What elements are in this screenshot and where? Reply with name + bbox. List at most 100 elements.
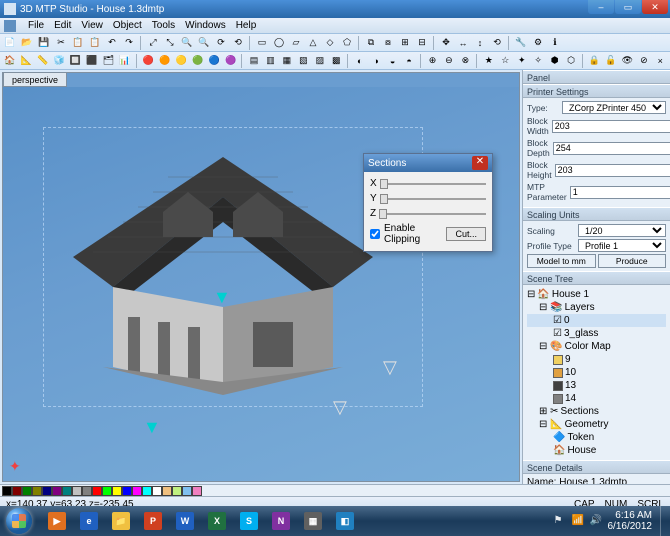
menu-file[interactable]: File — [28, 20, 44, 31]
toolbar-button[interactable]: ⬡ — [563, 53, 578, 69]
toolbar-button[interactable]: ⊞ — [397, 35, 413, 51]
toolbar-button[interactable]: ℹ — [547, 35, 563, 51]
toolbar-button[interactable]: ⊕ — [425, 53, 440, 69]
toolbar-button[interactable]: 🔍 — [196, 35, 212, 51]
palette-swatch[interactable] — [172, 486, 182, 496]
toolbar-button[interactable]: 📋 — [87, 35, 103, 51]
slider-thumb[interactable] — [380, 179, 388, 189]
palette-swatch[interactable] — [192, 486, 202, 496]
toolbar-button[interactable]: 🔧 — [513, 35, 529, 51]
toolbar-button[interactable]: ⤢ — [145, 35, 161, 51]
toolbar-button[interactable]: ⬠ — [339, 35, 355, 51]
mtp-param-input[interactable] — [570, 186, 670, 199]
block-height-input[interactable] — [555, 164, 670, 177]
house-model[interactable] — [53, 137, 393, 397]
slider-thumb[interactable] — [379, 209, 387, 219]
toolbar-button[interactable]: ✥ — [438, 35, 454, 51]
toolbar-button[interactable]: 📄 — [2, 35, 18, 51]
palette-swatch[interactable] — [42, 486, 52, 496]
toolbar-button[interactable]: 📋 — [70, 35, 86, 51]
block-depth-input[interactable] — [553, 142, 670, 155]
tray-network-icon[interactable]: 📶 — [572, 515, 584, 527]
model-to-mm-button[interactable]: Model to mm — [527, 254, 596, 268]
menu-view[interactable]: View — [81, 20, 103, 31]
toolbar-button[interactable]: ▨ — [312, 53, 327, 69]
toolbar-button[interactable]: ◒ — [385, 53, 400, 69]
toolbar-button[interactable]: ⬛ — [84, 53, 99, 69]
toolbar-button[interactable]: ⤡ — [162, 35, 178, 51]
toolbar-button[interactable]: ✧ — [530, 53, 545, 69]
toolbar-button[interactable]: ★ — [481, 53, 496, 69]
tree-item[interactable]: ⊞ ✂ Sections — [527, 405, 666, 418]
minimize-button[interactable]: – — [588, 0, 614, 14]
show-desktop-button[interactable] — [660, 506, 670, 536]
tree-item[interactable]: 13 — [527, 379, 666, 392]
tree-item[interactable]: ⊟ 📚 Layers — [527, 301, 666, 314]
toolbar-button[interactable]: 📂 — [19, 35, 35, 51]
palette-swatch[interactable] — [92, 486, 102, 496]
palette-swatch[interactable] — [52, 486, 62, 496]
printer-type-select[interactable]: ZCorp ZPrinter 450 — [562, 101, 666, 114]
tree-item[interactable]: ⊟ 📐 Geometry — [527, 418, 666, 431]
palette-swatch[interactable] — [12, 486, 22, 496]
scaling-select[interactable]: 1/20 — [578, 224, 666, 237]
toolbar-button[interactable]: 🏠 — [2, 53, 17, 69]
toolbar-button[interactable]: 🔵 — [206, 53, 221, 69]
slider-y[interactable] — [380, 198, 486, 200]
toolbar-button[interactable]: × — [653, 53, 668, 69]
toolbar-button[interactable]: 🟡 — [174, 53, 189, 69]
toolbar-button[interactable]: ◐ — [352, 53, 367, 69]
clock[interactable]: 6:16 AM 6/16/2012 — [608, 510, 653, 532]
toolbar-button[interactable]: ◓ — [401, 53, 416, 69]
slider-x[interactable] — [380, 183, 486, 185]
toolbar-button[interactable]: ⊗ — [458, 53, 473, 69]
toolbar-button[interactable]: ⬢ — [547, 53, 562, 69]
maximize-button[interactable]: ▭ — [615, 0, 641, 14]
toolbar-button[interactable]: 📏 — [35, 53, 50, 69]
close-button[interactable]: ✕ — [642, 0, 668, 14]
toolbar-button[interactable]: ↔ — [455, 35, 471, 51]
dialog-titlebar[interactable]: Sections ✕ — [364, 154, 492, 172]
toolbar-button[interactable]: ◇ — [322, 35, 338, 51]
toolbar-button[interactable]: 🟠 — [157, 53, 172, 69]
toolbar-button[interactable]: ▩ — [329, 53, 344, 69]
toolbar-button[interactable]: 📐 — [18, 53, 33, 69]
palette-swatch[interactable] — [102, 486, 112, 496]
tray-flag-icon[interactable]: ⚑ — [554, 515, 566, 527]
toolbar-button[interactable]: 🔓 — [603, 53, 618, 69]
taskbar-app[interactable]: 📁 — [106, 508, 136, 534]
toolbar-button[interactable]: ▱ — [288, 35, 304, 51]
tree-item[interactable]: ☑ 3_glass — [527, 327, 666, 340]
toolbar-button[interactable]: 🗂 — [101, 53, 116, 69]
gizmo-arrow-icon[interactable]: ▽ — [383, 357, 397, 378]
toolbar-button[interactable]: ↶ — [104, 35, 120, 51]
tree-item[interactable]: ⊟🏠 House 1 — [527, 288, 666, 301]
toolbar-button[interactable]: 🔒 — [587, 53, 602, 69]
system-tray[interactable]: ⚑ 📶 🔊 6:16 AM 6/16/2012 — [550, 510, 661, 532]
toolbar-button[interactable]: ▭ — [254, 35, 270, 51]
palette-swatch[interactable] — [2, 486, 12, 496]
menu-help[interactable]: Help — [236, 20, 257, 31]
toolbar-button[interactable]: ↕ — [472, 35, 488, 51]
toolbar-button[interactable]: ⊘ — [636, 53, 651, 69]
toolbar-button[interactable]: ▥ — [263, 53, 278, 69]
viewport-tab[interactable]: perspective — [3, 73, 67, 87]
tree-item[interactable]: ☑ 0 — [527, 314, 666, 327]
toolbar-button[interactable]: △ — [305, 35, 321, 51]
toolbar-button[interactable]: 🟢 — [190, 53, 205, 69]
palette-swatch[interactable] — [162, 486, 172, 496]
toolbar-button[interactable]: ▤ — [246, 53, 261, 69]
slider-thumb[interactable] — [380, 194, 388, 204]
menu-edit[interactable]: Edit — [54, 20, 71, 31]
toolbar-button[interactable]: 🔲 — [68, 53, 83, 69]
enable-clipping-checkbox[interactable] — [370, 229, 380, 239]
taskbar-app[interactable]: ◧ — [330, 508, 360, 534]
palette-swatch[interactable] — [182, 486, 192, 496]
start-button[interactable] — [0, 506, 38, 536]
slider-z[interactable] — [379, 213, 486, 215]
scene-3d[interactable]: ▼ ▼ ▽ ▽ ✦ — [3, 87, 519, 481]
taskbar-app[interactable]: S — [234, 508, 264, 534]
toolbar-button[interactable]: ✦ — [514, 53, 529, 69]
palette-swatch[interactable] — [122, 486, 132, 496]
palette-swatch[interactable] — [82, 486, 92, 496]
